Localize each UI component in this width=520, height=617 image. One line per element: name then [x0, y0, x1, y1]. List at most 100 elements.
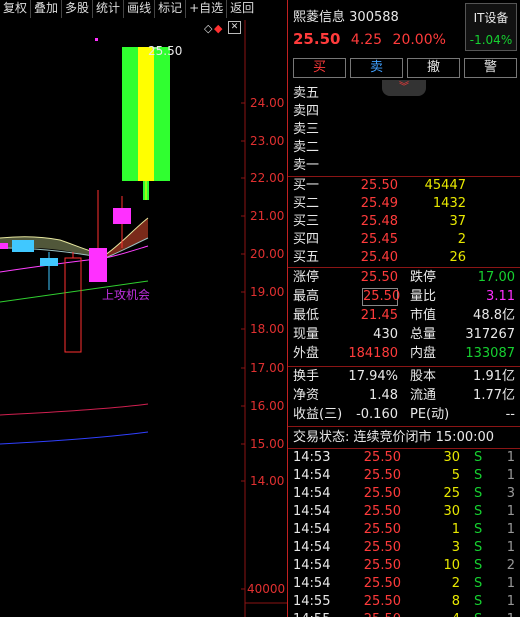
tick-side: S — [474, 558, 483, 573]
toolbar-btn-back[interactable]: 返回 — [227, 0, 257, 18]
price-label-3: 22.00 — [250, 171, 285, 185]
tick-row[interactable]: 14:54 25.50 5 S 1 — [288, 467, 520, 485]
tick-count: 1 — [506, 522, 515, 537]
stat-key: 流通 — [410, 388, 437, 403]
buy-level-label: 买五 — [293, 250, 320, 265]
tick-row[interactable]: 14:54 25.50 2 S 1 — [288, 575, 520, 593]
tick-time: 14:54 — [293, 576, 331, 591]
stock-name-row: 熙菱信息 300588 — [293, 6, 399, 25]
diamond-outline-icon[interactable]: ◇ — [204, 22, 212, 35]
price-change: 4.25 — [350, 32, 383, 48]
last-price: 25.50 — [293, 30, 341, 48]
kline-chart[interactable]: 24.00 23.00 22.00 21.00 20.00 19.00 18.0… — [0, 0, 287, 617]
ma-line-red — [0, 403, 149, 416]
buy-level-row[interactable]: 买一 25.50 45447 — [288, 177, 520, 195]
buy-level-label: 买二 — [293, 196, 320, 211]
tick-row[interactable]: 14:55 25.50 8 S 1 — [288, 593, 520, 611]
stats-row: 最低 21.45 市值 48.8亿 — [288, 307, 520, 325]
buy-level-volume: 1432 — [432, 196, 466, 211]
tick-time: 14:54 — [293, 504, 331, 519]
tick-volume: 8 — [451, 594, 460, 609]
alert-button[interactable]: 警 — [464, 58, 517, 78]
tick-side: S — [474, 540, 483, 555]
quote-panel: 熙菱信息 300588 25.50 4.25 20.00% IT设备 -1.04… — [287, 0, 520, 617]
sell-button[interactable]: 卖 — [350, 58, 403, 78]
cancel-order-button[interactable]: 撤 — [407, 58, 460, 78]
toolbar-btn-draw-line[interactable]: 画线 — [124, 0, 156, 18]
tick-row[interactable]: 14:55 25.50 4 S 1 — [288, 611, 520, 617]
stat-value: 17.94% — [348, 369, 398, 384]
high-annotation: 25.50 — [148, 44, 183, 58]
stat-value: 25.50 — [360, 270, 398, 285]
toolbar-btn-stats[interactable]: 统计 — [93, 0, 125, 18]
tick-price: 25.50 — [363, 558, 401, 573]
stat-key: 现量 — [293, 327, 320, 342]
toolbar-btn-overlay[interactable]: 叠加 — [31, 0, 63, 18]
price-label-1: 24.00 — [250, 96, 285, 110]
stat-value: 25.50 — [362, 288, 401, 306]
buy-level-volume: 26 — [449, 250, 466, 265]
stat-key: 量比 — [410, 289, 437, 304]
sell-level-3: 卖三 — [293, 122, 320, 137]
tick-volume: 30 — [443, 450, 460, 465]
tick-price: 25.50 — [363, 486, 401, 501]
tick-volume: 4 — [418, 611, 460, 617]
stat-value: 133087 — [465, 346, 515, 361]
stat-value: 1.77亿 — [473, 388, 515, 403]
stat-value: -- — [505, 407, 515, 422]
sector-box[interactable]: IT设备 -1.04% — [465, 3, 517, 51]
stat-value: 3.11 — [486, 289, 515, 304]
tick-time: 14:54 — [293, 558, 331, 573]
tick-row[interactable]: 14:54 25.50 1 S 1 — [288, 521, 520, 539]
marker-dot — [95, 38, 98, 41]
tick-volume: 10 — [443, 558, 460, 573]
buy-level-row[interactable]: 买四 25.45 2 — [288, 231, 520, 249]
stat-key: 外盘 — [293, 346, 320, 361]
kline-svg[interactable] — [0, 0, 287, 617]
chart-toolbar: 复权 叠加 多股 统计 画线 标记 +自选 返回 — [0, 0, 287, 19]
volume-label: 40000 — [247, 582, 286, 596]
tick-row[interactable]: 14:54 25.50 25 S 3 — [288, 485, 520, 503]
tick-price: 25.50 — [363, 594, 401, 609]
stat-value: 1.91亿 — [473, 369, 515, 384]
buy-level-row[interactable]: 买五 25.40 26 — [288, 249, 520, 267]
tick-count: 1 — [506, 450, 515, 465]
buy-level-price: 25.40 — [360, 250, 398, 265]
diamond-filled-icon[interactable]: ◆ — [214, 22, 222, 35]
buy-button[interactable]: 买 — [293, 58, 346, 78]
stat-value: 317267 — [465, 327, 515, 342]
stat-key: 最高 — [293, 289, 320, 304]
sell-level-5: 卖五 — [293, 86, 320, 101]
buy-level-volume: 45447 — [424, 178, 466, 193]
stat-value: 21.45 — [360, 308, 398, 323]
buy-level-label: 买一 — [293, 178, 320, 193]
buy-level-row[interactable]: 买三 25.48 37 — [288, 213, 520, 231]
stat-key: 总量 — [410, 327, 437, 342]
tick-time: 14:54 — [293, 522, 331, 537]
tick-price: 25.50 — [363, 504, 401, 519]
toolbar-btn-restore-rights[interactable]: 复权 — [0, 0, 32, 18]
stat-value: 1.48 — [369, 388, 398, 403]
tick-time: 14:54 — [293, 468, 331, 483]
buy-level-price: 25.48 — [360, 214, 398, 229]
tick-volume: 1 — [451, 522, 460, 537]
tick-price: 25.50 — [363, 522, 401, 537]
divider — [288, 366, 520, 367]
buy-level-volume: 37 — [449, 214, 466, 229]
tick-row[interactable]: 14:54 25.50 10 S 2 — [288, 557, 520, 575]
toolbar-btn-mark[interactable]: 标记 — [155, 0, 187, 18]
toolbar-btn-multi-stock[interactable]: 多股 — [62, 0, 94, 18]
tick-row[interactable]: 14:53 25.50 30 S 1 — [288, 449, 520, 467]
close-icon[interactable]: ✕ — [228, 21, 241, 34]
tick-side: S — [474, 594, 483, 609]
sell-level-4: 卖四 — [293, 104, 320, 119]
stat-key: 跌停 — [410, 270, 437, 285]
tick-volume: 5 — [451, 468, 460, 483]
buy-level-row[interactable]: 买二 25.49 1432 — [288, 195, 520, 213]
candles-left — [0, 190, 131, 353]
toolbar-btn-add-watchlist[interactable]: +自选 — [186, 0, 228, 18]
tick-row[interactable]: 14:54 25.50 3 S 1 — [288, 539, 520, 557]
tick-row[interactable]: 14:54 25.50 30 S 1 — [288, 503, 520, 521]
tick-side: S — [474, 576, 483, 591]
tick-side: S — [474, 486, 483, 501]
